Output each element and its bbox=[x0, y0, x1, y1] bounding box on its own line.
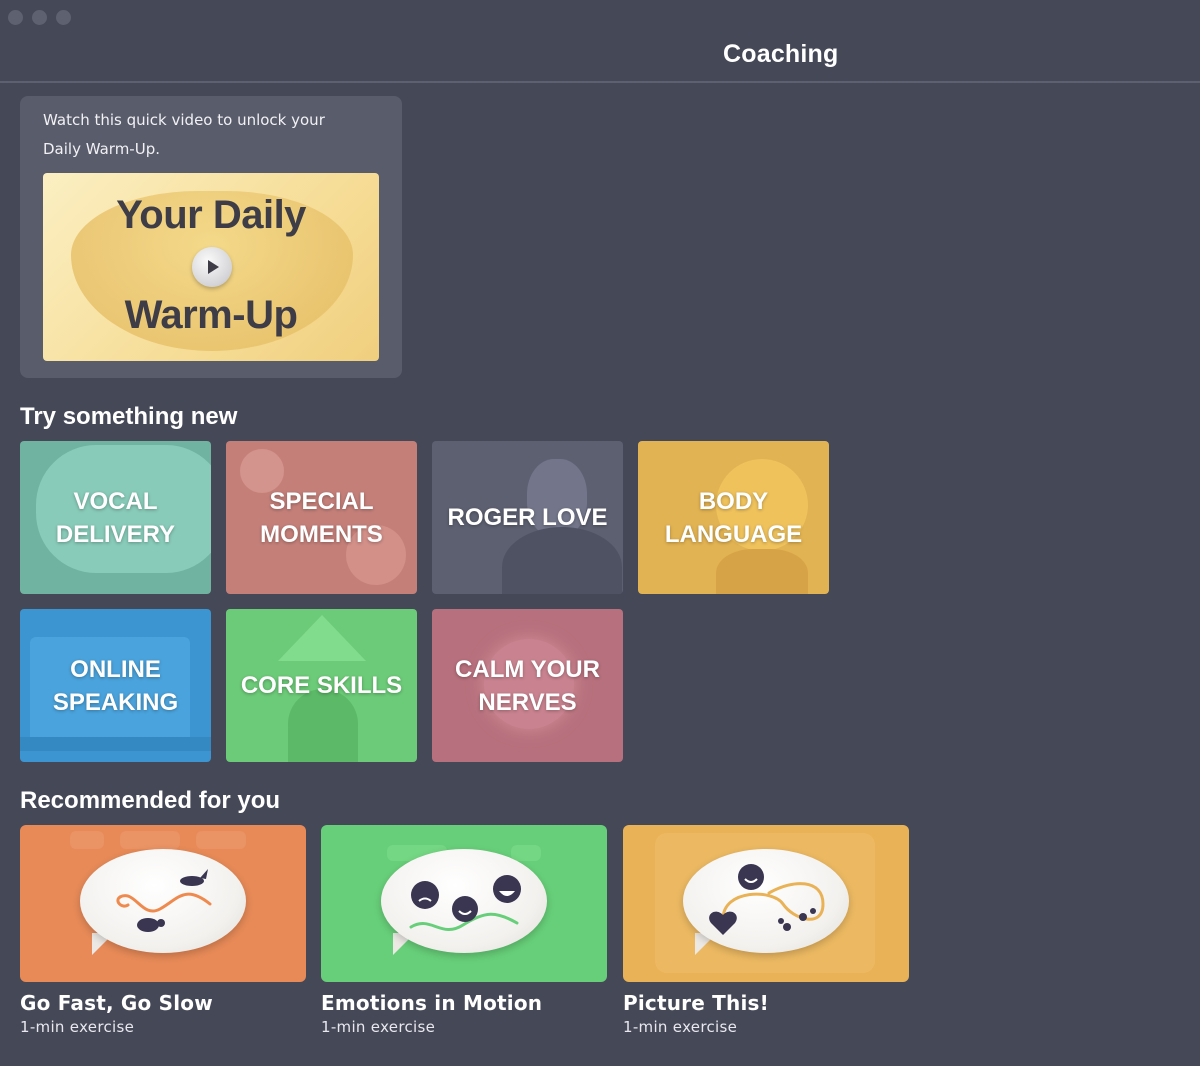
warmup-description: Watch this quick video to unlock your Da… bbox=[43, 111, 325, 158]
recommended-heading: Recommended for you bbox=[20, 787, 281, 814]
laptop-base-graphic bbox=[20, 737, 211, 751]
tile-vocal-delivery[interactable]: VOCAL DELIVERY bbox=[20, 441, 211, 594]
play-icon[interactable] bbox=[192, 247, 232, 287]
daily-warmup-card: Watch this quick video to unlock your Da… bbox=[20, 96, 402, 378]
tile-label: CORE SKILLS bbox=[240, 672, 403, 699]
heart-smiley-paw-icon bbox=[709, 864, 825, 935]
tile-label: VOCAL DELIVERY bbox=[55, 487, 176, 548]
window-title: Coaching bbox=[723, 40, 839, 68]
tile-online-speaking[interactable]: ONLINE SPEAKING bbox=[20, 609, 211, 762]
speech-bubble bbox=[381, 849, 547, 953]
minimize-window-button[interactable] bbox=[32, 10, 47, 25]
brick-pattern bbox=[196, 831, 246, 849]
close-window-button[interactable] bbox=[8, 10, 23, 25]
brick-pattern bbox=[120, 831, 180, 849]
tile-roger-love[interactable]: ROGER LOVE bbox=[432, 441, 623, 594]
tile-label: SPECIAL MOMENTS bbox=[260, 487, 383, 548]
arrow-up-graphic bbox=[278, 615, 366, 661]
recommended-subtitle: 1-min exercise bbox=[20, 1018, 135, 1036]
zoom-window-button[interactable] bbox=[56, 10, 71, 25]
recommended-card-picture-this[interactable] bbox=[623, 825, 909, 982]
speech-bubble bbox=[80, 849, 246, 953]
recommended-title: Go Fast, Go Slow bbox=[20, 991, 213, 1015]
tile-core-skills[interactable]: CORE SKILLS bbox=[226, 609, 417, 762]
turtle-rabbit-icon bbox=[116, 869, 212, 932]
tile-label: BODY LANGUAGE bbox=[664, 487, 803, 548]
tile-label: ONLINE SPEAKING bbox=[52, 655, 179, 716]
recommended-subtitle: 1-min exercise bbox=[321, 1018, 436, 1036]
try-something-new-heading: Try something new bbox=[20, 403, 238, 430]
body-graphic bbox=[716, 549, 808, 594]
brick-pattern bbox=[70, 831, 104, 849]
portrait-shoulders-graphic bbox=[502, 527, 622, 594]
emotion-faces-icon bbox=[409, 875, 521, 932]
recommended-card-emotions-in-motion[interactable] bbox=[321, 825, 607, 982]
window-titlebar: Coaching bbox=[0, 0, 1200, 83]
video-title-line1: Your Daily bbox=[116, 193, 306, 237]
tile-body-language[interactable]: BODY LANGUAGE bbox=[638, 441, 829, 594]
recommended-title: Picture This! bbox=[623, 991, 769, 1015]
speech-bubble bbox=[683, 849, 849, 953]
recommended-subtitle: 1-min exercise bbox=[623, 1018, 738, 1036]
recommended-title: Emotions in Motion bbox=[321, 991, 543, 1015]
tile-label: CALM YOUR NERVES bbox=[455, 655, 600, 716]
warmup-video-thumbnail[interactable]: Your Daily Warm-Up bbox=[43, 173, 379, 361]
tile-special-moments[interactable]: SPECIAL MOMENTS bbox=[226, 441, 417, 594]
tile-calm-your-nerves[interactable]: CALM YOUR NERVES bbox=[432, 609, 623, 762]
tile-label: ROGER LOVE bbox=[447, 504, 608, 531]
recommended-card-go-fast-go-slow[interactable] bbox=[20, 825, 306, 982]
video-title-line2: Warm-Up bbox=[124, 293, 298, 337]
window-controls bbox=[8, 10, 71, 25]
